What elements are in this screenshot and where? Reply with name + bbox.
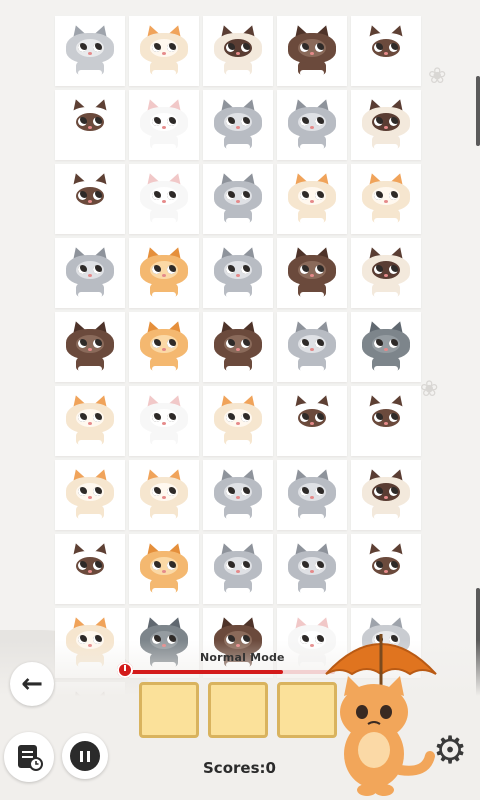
- cat-tile-bicolor[interactable]: [55, 90, 125, 160]
- mode-label: Normal Mode: [200, 651, 285, 664]
- cat-tile-orange[interactable]: [129, 460, 199, 530]
- cat-tile-tabby[interactable]: [203, 534, 273, 604]
- cat-icon: [285, 244, 339, 299]
- cat-icon: [359, 244, 413, 299]
- cat-tile-brown[interactable]: [55, 312, 125, 382]
- cat-icon: [285, 318, 339, 373]
- cat-icon: [359, 318, 413, 373]
- cat-tile-white[interactable]: [129, 386, 199, 456]
- exit-button[interactable]: ←: [10, 662, 54, 706]
- cat-tile-tabby[interactable]: [203, 90, 273, 160]
- cat-tile-orange[interactable]: [55, 386, 125, 456]
- cat-tile-brown[interactable]: [277, 238, 347, 308]
- cat-tile-siamese[interactable]: [351, 238, 421, 308]
- cat-icon: [137, 392, 191, 447]
- cat-tile-tabby[interactable]: [277, 90, 347, 160]
- timer-bar: [125, 670, 335, 674]
- cat-icon: [63, 540, 117, 595]
- cat-icon: [359, 392, 413, 447]
- cat-icon: [137, 170, 191, 225]
- cat-icon: [137, 22, 191, 77]
- cat-icon: [211, 466, 265, 521]
- cat-icon: [63, 466, 117, 521]
- cat-icon: [137, 244, 191, 299]
- cat-tile-orange[interactable]: [277, 164, 347, 234]
- settings-button[interactable]: ⚙: [430, 730, 470, 770]
- cat-tile-ginger[interactable]: [129, 312, 199, 382]
- cat-tile-brown[interactable]: [277, 16, 347, 86]
- cat-icon: [285, 96, 339, 151]
- cat-icon: [63, 96, 117, 151]
- cat-tile-white[interactable]: [129, 164, 199, 234]
- cat-icon: [137, 540, 191, 595]
- pause-icon: [70, 741, 100, 771]
- clock-icon: [117, 662, 133, 678]
- cat-tile-ginger[interactable]: [129, 238, 199, 308]
- arrow-left-icon: ←: [21, 669, 43, 699]
- cat-icon: [211, 170, 265, 225]
- cat-icon: [359, 96, 413, 151]
- cat-tile-orange[interactable]: [203, 386, 273, 456]
- cat-tile-bicolor[interactable]: [351, 534, 421, 604]
- cat-icon: [63, 244, 117, 299]
- cat-icon: [285, 540, 339, 595]
- cat-tile-tabby[interactable]: [203, 460, 273, 530]
- cat-icon: [285, 170, 339, 225]
- cat-icon: [359, 466, 413, 521]
- cat-tile-tabby[interactable]: [55, 238, 125, 308]
- cat-icon: [359, 540, 413, 595]
- cat-icon: [63, 392, 117, 447]
- cat-tile-bicolor[interactable]: [55, 534, 125, 604]
- history-button[interactable]: [4, 732, 54, 782]
- cat-tile-tabby[interactable]: [277, 534, 347, 604]
- cat-tile-siamese[interactable]: [351, 90, 421, 160]
- paw-print-icon: ❀: [428, 64, 447, 89]
- cat-icon: [211, 318, 265, 373]
- cat-tile-tabby[interactable]: [203, 164, 273, 234]
- cat-tile-tabby[interactable]: [277, 460, 347, 530]
- history-list-icon: [18, 745, 43, 771]
- cat-tile-orange[interactable]: [351, 164, 421, 234]
- cat-icon: [137, 318, 191, 373]
- cat-tile-siamese[interactable]: [203, 16, 273, 86]
- cat-icon: [285, 392, 339, 447]
- cat-tile-brown[interactable]: [203, 312, 273, 382]
- gear-icon: ⚙: [432, 728, 468, 772]
- cat-tile-dark[interactable]: [351, 312, 421, 382]
- edge-indicator: [476, 76, 480, 146]
- pause-button[interactable]: [62, 733, 108, 779]
- cat-tile-orange[interactable]: [55, 460, 125, 530]
- cat-tile-gray[interactable]: [55, 16, 125, 86]
- cat-icon: [137, 466, 191, 521]
- cat-icon: [63, 170, 117, 225]
- score-display: Scores:0: [203, 759, 276, 777]
- cat-tile-bicolor[interactable]: [351, 16, 421, 86]
- cat-icon: [211, 540, 265, 595]
- cat-tile-bicolor[interactable]: [351, 386, 421, 456]
- cat-tile-siamese[interactable]: [351, 460, 421, 530]
- cat-icon: [285, 22, 339, 77]
- cat-icon: [359, 22, 413, 77]
- cat-icon: [211, 392, 265, 447]
- cat-tile-orange[interactable]: [129, 16, 199, 86]
- cat-icon: [137, 96, 191, 151]
- cat-icon: [211, 22, 265, 77]
- cat-tile-ginger[interactable]: [129, 534, 199, 604]
- cat-tile-bicolor[interactable]: [277, 386, 347, 456]
- collection-slot: [208, 682, 268, 738]
- cat-tile-white[interactable]: [129, 90, 199, 160]
- cat-icon: [211, 96, 265, 151]
- cat-icon: [285, 466, 339, 521]
- cat-icon: [211, 244, 265, 299]
- collection-slot: [139, 682, 199, 738]
- paw-print-icon: ❀: [420, 377, 439, 402]
- cat-tile-tabby[interactable]: [277, 312, 347, 382]
- mascot-cat-with-umbrella: [325, 634, 437, 796]
- cat-icon: [63, 318, 117, 373]
- cat-icon: [63, 22, 117, 77]
- cat-tile-bicolor[interactable]: [55, 164, 125, 234]
- cat-icon: [359, 170, 413, 225]
- timer-bar-fill: [125, 670, 283, 674]
- cat-tile-tabby[interactable]: [203, 238, 273, 308]
